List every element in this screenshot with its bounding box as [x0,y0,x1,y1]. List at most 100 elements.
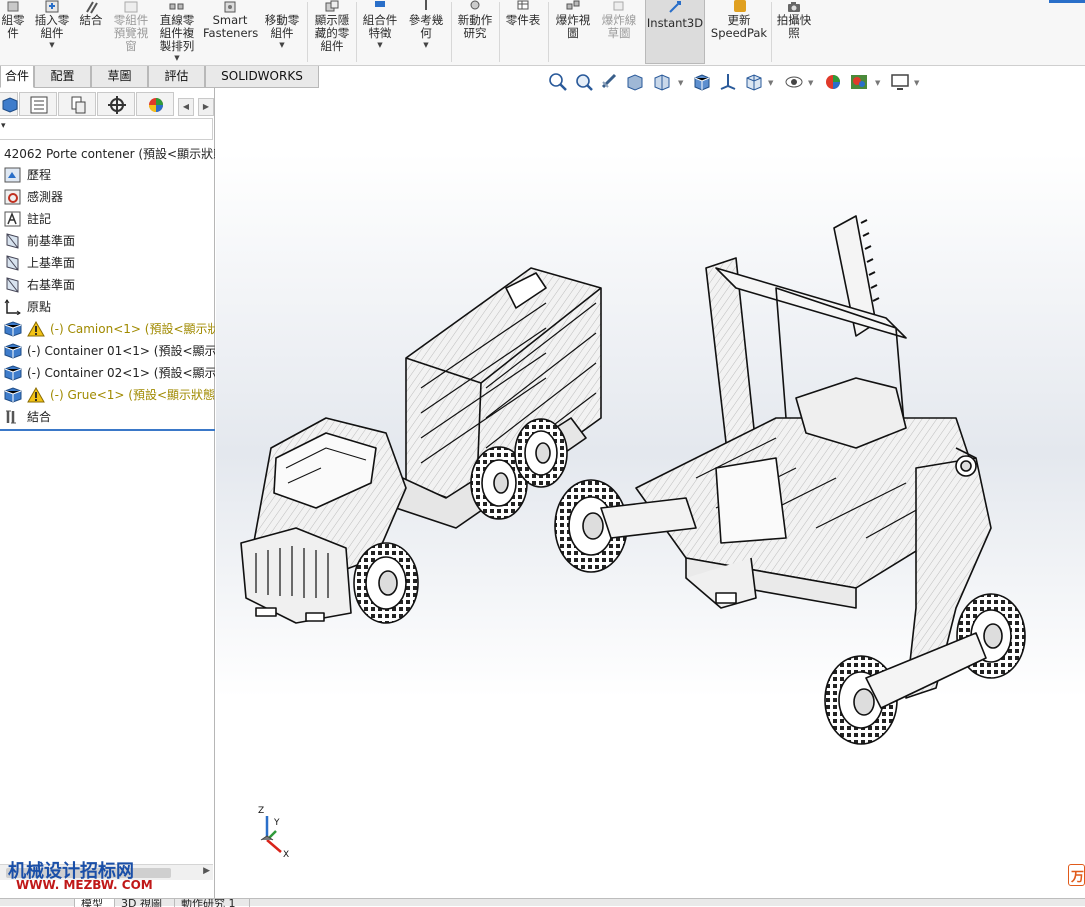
triad-z-label: Z [258,806,265,816]
update-speedpak-icon [731,0,747,14]
chevron-down-icon[interactable]: ▼ [30,40,74,50]
dynamic-annotation-icon[interactable] [652,72,672,92]
assembly-features-button[interactable]: 組合件 特徵 ▼ [358,0,402,64]
update-speedpak-button[interactable]: 更新 SpeedPak [709,0,769,64]
insert-components-button[interactable]: 插入零 組件 ▼ [30,0,74,64]
tabs-scroll-right-button[interactable]: ▶ [198,98,214,116]
new-motion-study-button[interactable]: 新動作 研究 [453,0,497,64]
motion-study-icon [467,0,483,14]
corner-badge-icon[interactable]: 万 [1068,864,1085,886]
chevron-down-icon[interactable]: ▼ [768,79,773,87]
watermark-logo: 机械设计招标网 WWW. MEZBW. COM [8,857,158,897]
bill-of-materials-button[interactable]: 零件表 [501,0,545,64]
property-manager-tab[interactable] [19,92,57,116]
zoom-to-area-icon[interactable] [574,72,594,92]
explode-line-sketch-button[interactable]: 爆炸線 草圖 [597,0,641,64]
tree-item-label: 歷程 [27,168,52,182]
edit-component-button[interactable]: 組零 件 [0,0,26,64]
chevron-down-icon[interactable]: ▼ [678,79,683,87]
section-view-icon[interactable] [625,72,645,92]
show-hidden-components-button[interactable]: 顯示隱 藏的零 組件 [310,0,354,64]
zoom-to-fit-icon[interactable] [548,72,568,92]
explode-line-icon [611,0,627,14]
ribbon-scroll-indicator[interactable] [1049,0,1085,3]
chevron-down-icon[interactable]: ▼ [358,40,402,50]
truck-rear-wheel-2 [514,418,568,488]
tree-item-history[interactable]: 歷程 [0,164,215,186]
command-manager-ribbon: 組零 件 插入零 組件 ▼ 結合 零組件 預覽視 窗 直線零 組件複 製排列 ▼… [0,0,1085,66]
plane-icon [4,255,22,271]
tree-item-camion[interactable]: (-) Camion<1> (預設<顯示狀態 [0,318,215,340]
warning-icon [27,320,45,337]
origin-icon [4,299,22,316]
tree-root-assembly[interactable]: 42062 Porte contener (預設<顯示狀態 [0,143,215,165]
tree-filter-bar[interactable]: ▾ [0,118,213,140]
tree-item-mates[interactable]: 結合 [0,406,215,428]
tab-assembly[interactable]: 合件 [0,66,34,88]
previous-view-icon[interactable] [600,72,620,92]
view-axis-icon[interactable] [718,72,738,92]
instant3d-icon [667,0,683,14]
apply-scene-icon[interactable] [849,72,869,92]
chevron-down-icon[interactable]: ▼ [808,79,813,87]
linear-pattern-label: 直線零 組件複 製排列 [159,13,195,53]
smart-fasteners-button[interactable]: Smart Fasteners [203,0,258,64]
exploded-view-button[interactable]: 爆炸視 圖 [551,0,595,64]
filter-dropdown-icon[interactable]: ▾ [1,121,6,131]
tabs-scroll-left-button[interactable]: ◀ [178,98,194,116]
hide-show-items-icon[interactable] [784,72,804,92]
mate-button[interactable]: 結合 [78,0,104,64]
chevron-down-icon[interactable]: ▼ [260,40,304,50]
reference-geometry-button[interactable]: 參考幾 何 ▼ [404,0,448,64]
tab-solidworks-mbd[interactable]: SOLIDWORKS MBD [205,66,319,104]
component-icon [2,97,18,113]
insert-component-icon [44,0,60,14]
tree-item-front-plane[interactable]: 前基準面 [0,230,215,252]
display-manager-tab[interactable] [136,92,174,116]
component-preview-button[interactable]: 零組件 預覽視 窗 [110,0,152,64]
tree-item-grue[interactable]: (-) Grue<1> (預設<顯示狀態-1 [0,384,215,406]
tree-item-annotations[interactable]: 註記 [0,208,215,230]
tree-item-container-02[interactable]: (-) Container 02<1> (預設<顯示狀 [0,362,215,384]
chevron-down-icon[interactable]: ▼ [875,79,880,87]
tab-layout[interactable]: 配置 [34,66,91,88]
tree-item-top-plane[interactable]: 上基準面 [0,252,215,274]
tab-evaluate[interactable]: 評估 [148,66,205,88]
take-snapshot-button[interactable]: 拍攝快 照 [773,0,815,64]
chevron-down-icon[interactable]: ▼ [404,40,448,50]
edit-appearance-icon[interactable] [824,72,844,92]
view-settings-icon[interactable] [890,72,910,92]
tree-rollback-bar[interactable] [0,429,215,431]
feature-manager-tab[interactable] [0,92,18,116]
tree-item-label: 註記 [27,212,52,226]
tree-item-container-01[interactable]: (-) Container 01<1> (預設<顯示狀 [0,340,215,362]
tree-item-label: 結合 [27,410,52,424]
mate-icon [83,0,99,14]
show-hidden-icon [324,0,340,14]
tree-item-label: 原點 [27,300,52,314]
chevron-down-icon[interactable]: ▼ [154,53,200,63]
tree-item-origin[interactable]: 原點 [0,296,215,318]
history-icon [4,167,22,183]
configuration-manager-tab[interactable] [58,92,96,116]
view-orientation-icon[interactable] [692,72,712,92]
edit-component-label: 組零 件 [1,13,25,40]
linear-pattern-button[interactable]: 直線零 組件複 製排列 ▼ [154,0,200,64]
tree-item-sensors[interactable]: 感測器 [0,186,215,208]
tree-item-right-plane[interactable]: 右基準面 [0,274,215,296]
exploded-view-icon [565,0,581,14]
display-style-icon[interactable] [744,72,764,92]
tab-sketch[interactable]: 草圖 [91,66,148,88]
scroll-right-arrow-icon[interactable]: ▶ [203,866,210,876]
watermark-line-2: WWW. MEZBW. COM [16,878,153,892]
assembly-model-render [240,215,1026,745]
tree-item-label: 右基準面 [27,278,76,292]
instant3d-button[interactable]: Instant3D [645,0,705,64]
move-component-button[interactable]: 移動零 組件 ▼ [260,0,304,64]
plane-icon [4,233,22,249]
graphics-area[interactable] [216,88,1085,900]
chevron-down-icon[interactable]: ▼ [914,79,919,87]
dimxpert-manager-tab[interactable] [97,92,135,116]
mates-icon [4,409,22,425]
move-component-label: 移動零 組件 [264,13,300,40]
